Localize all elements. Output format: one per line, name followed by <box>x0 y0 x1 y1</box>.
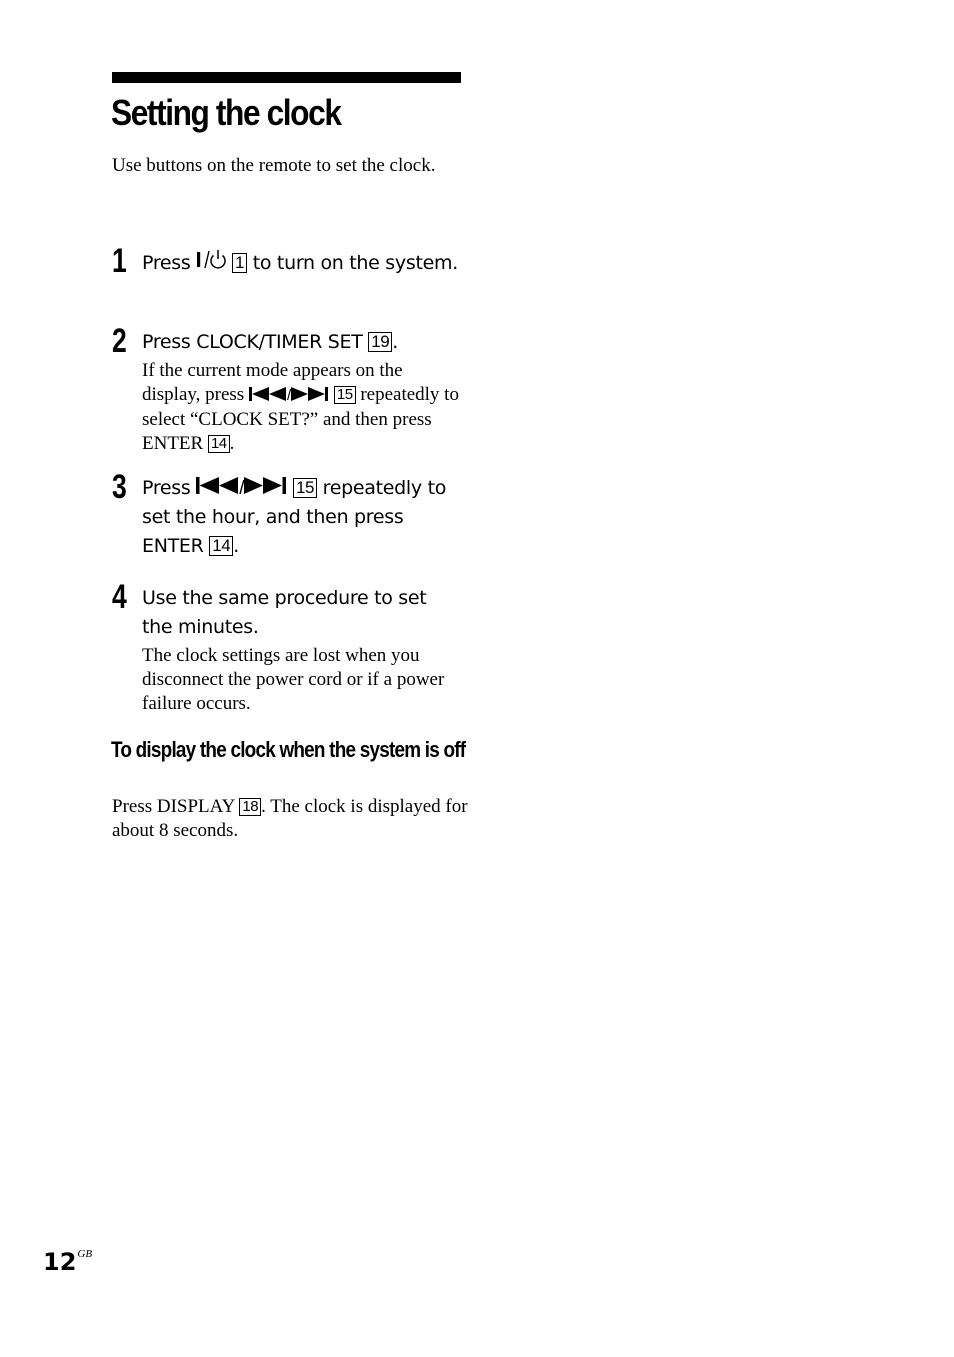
step-instruction: Press / 15 repeatedly to set the hour, a… <box>142 474 462 561</box>
title-rule <box>112 72 461 83</box>
intro-text: Use buttons on the remote to set the clo… <box>112 155 436 176</box>
text: . <box>233 535 239 557</box>
key-number-badge: 19 <box>368 332 393 352</box>
region-code: GB <box>77 1248 93 1260</box>
text: to turn on the system. <box>246 252 459 274</box>
text: Press CLOCK/TIMER SET <box>142 331 369 353</box>
step-instruction: Press 1 to turn on the system. <box>142 248 462 279</box>
step-instruction: Use the same procedure to set the minute… <box>142 584 462 642</box>
key-number-badge: 14 <box>209 536 234 556</box>
step-note: If the current mode appears on the displ… <box>142 359 462 456</box>
key-number-badge: 15 <box>292 478 317 498</box>
manual-page: Setting the clock Use buttons on the rem… <box>0 0 954 1357</box>
step-note: The clock settings are lost when you dis… <box>142 645 445 714</box>
next-track-icon <box>291 384 329 408</box>
previous-track-icon <box>248 384 287 408</box>
next-track-icon <box>244 474 287 503</box>
text: Press <box>142 252 197 274</box>
subsection-heading: To display the clock when the system is … <box>111 736 466 764</box>
key-number-badge: 14 <box>207 435 230 453</box>
text: . <box>392 331 398 353</box>
key-number-badge: 1 <box>232 253 247 273</box>
previous-track-icon <box>196 474 239 503</box>
page-number: 12GB <box>43 1248 92 1276</box>
text: Use the same procedure to set the minute… <box>142 587 427 638</box>
step-number: 1 <box>112 242 127 280</box>
key-number-badge: 15 <box>333 386 356 404</box>
text: Press <box>142 477 197 499</box>
step-instruction: Press CLOCK/TIMER SET 19. <box>142 328 462 357</box>
step-number: 2 <box>112 322 127 360</box>
text: . <box>229 433 235 454</box>
text: Press DISPLAY <box>112 796 240 817</box>
subsection-text: Press DISPLAY 18. The clock is displayed… <box>112 795 472 843</box>
page-title: Setting the clock <box>111 92 342 133</box>
page-number-value: 12 <box>43 1248 77 1276</box>
power-icon <box>196 248 226 279</box>
step-number: 3 <box>112 468 127 506</box>
key-number-badge: 18 <box>239 798 262 816</box>
text: To display the clock when the system is … <box>111 737 466 762</box>
step-number: 4 <box>112 578 127 616</box>
